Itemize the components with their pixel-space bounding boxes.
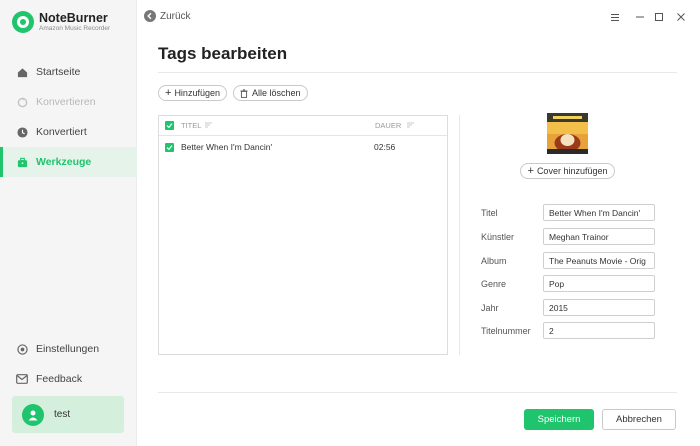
clear-all-button[interactable]: Alle löschen — [233, 85, 308, 101]
table-row[interactable]: Better When I'm Dancin' 02:56 — [159, 136, 447, 158]
sidebar-item-label: Werkzeuge — [36, 156, 92, 168]
sidebar-item-feedback[interactable]: Feedback — [0, 364, 137, 394]
divider — [459, 115, 460, 355]
add-button-label: Hinzufügen — [174, 88, 220, 98]
clear-all-label: Alle löschen — [252, 88, 301, 98]
sidebar: NoteBurner Amazon Music Recorder Startse… — [0, 0, 137, 446]
add-cover-button[interactable]: + Cover hinzufügen — [520, 163, 615, 179]
sidebar-item-label: Konvertieren — [36, 96, 96, 108]
arrow-left-icon — [144, 10, 156, 22]
sort-icon[interactable] — [407, 121, 414, 130]
title-field[interactable]: Better When I'm Dancin' — [543, 204, 655, 221]
save-button[interactable]: Speichern — [524, 409, 594, 430]
trash-icon — [240, 88, 248, 98]
sidebar-bottom: Einstellungen Feedback — [0, 334, 137, 394]
sidebar-item-konvertieren[interactable]: Konvertieren — [0, 87, 137, 117]
minimize-icon[interactable] — [632, 9, 648, 25]
divider — [158, 392, 677, 393]
menu-icon[interactable] — [607, 9, 623, 25]
sidebar-item-konvertiert[interactable]: Konvertiert — [0, 117, 137, 147]
app-name: NoteBurner — [39, 11, 108, 25]
mail-icon — [16, 373, 28, 385]
field-label-genre: Genre — [481, 279, 507, 289]
plus-icon: + — [527, 164, 534, 177]
sidebar-item-label: Einstellungen — [36, 343, 100, 355]
field-label-artist: Künstler — [481, 232, 515, 242]
back-button[interactable]: Zurück — [144, 10, 191, 22]
cancel-button[interactable]: Abbrechen — [602, 409, 676, 430]
home-icon — [16, 66, 28, 78]
divider — [158, 72, 677, 73]
sort-icon[interactable] — [205, 121, 212, 130]
genre-field[interactable]: Pop — [543, 275, 655, 292]
cover-image — [547, 113, 588, 154]
column-header-duration[interactable]: DAUER — [375, 121, 401, 130]
album-field[interactable]: The Peanuts Movie - Orig — [543, 252, 655, 269]
field-label-album: Album — [481, 256, 507, 266]
noteburner-logo-icon — [12, 11, 34, 33]
track-duration: 02:56 — [374, 142, 396, 152]
clock-icon — [16, 126, 28, 138]
add-button[interactable]: + Hinzufügen — [158, 85, 227, 101]
sidebar-nav: Startseite Konvertieren Konvertiert Werk… — [0, 57, 137, 177]
user-name: test — [54, 409, 71, 420]
track-table: TITEL DAUER Better When I'm Dancin' 02:5… — [158, 115, 448, 355]
page-title: Tags bearbeiten — [158, 44, 288, 63]
back-label: Zurück — [160, 10, 191, 22]
user-account[interactable]: test — [12, 396, 124, 433]
avatar-icon — [22, 403, 44, 426]
field-label-year: Jahr — [481, 303, 499, 313]
brand: NoteBurner Amazon Music Recorder — [12, 11, 110, 33]
field-label-title: Titel — [481, 208, 498, 218]
row-checkbox[interactable] — [165, 142, 174, 152]
field-label-track-number: Titelnummer — [481, 326, 531, 336]
topbar: Zurück — [137, 0, 700, 34]
close-icon[interactable] — [673, 9, 689, 25]
convert-icon — [16, 96, 28, 108]
sidebar-item-einstellungen[interactable]: Einstellungen — [0, 334, 137, 364]
year-field[interactable]: 2015 — [543, 299, 655, 316]
maximize-icon[interactable] — [651, 9, 667, 25]
track-title: Better When I'm Dancin' — [181, 142, 273, 152]
sidebar-item-label: Feedback — [36, 373, 83, 385]
select-all-checkbox[interactable] — [165, 121, 174, 130]
gear-icon — [16, 343, 28, 355]
sidebar-item-werkzeuge[interactable]: Werkzeuge — [0, 147, 137, 177]
plus-icon: + — [165, 86, 172, 99]
add-cover-label: Cover hinzufügen — [536, 166, 608, 176]
sidebar-item-startseite[interactable]: Startseite — [0, 57, 137, 87]
artist-field[interactable]: Meghan Trainor — [543, 228, 655, 245]
column-header-title[interactable]: TITEL — [181, 121, 201, 130]
sidebar-item-label: Startseite — [36, 66, 81, 78]
track-number-field[interactable]: 2 — [543, 322, 655, 339]
toolbox-icon — [16, 156, 28, 168]
app-subtitle: Amazon Music Recorder — [39, 25, 111, 32]
sidebar-item-label: Konvertiert — [36, 126, 87, 138]
table-header: TITEL DAUER — [159, 116, 447, 136]
